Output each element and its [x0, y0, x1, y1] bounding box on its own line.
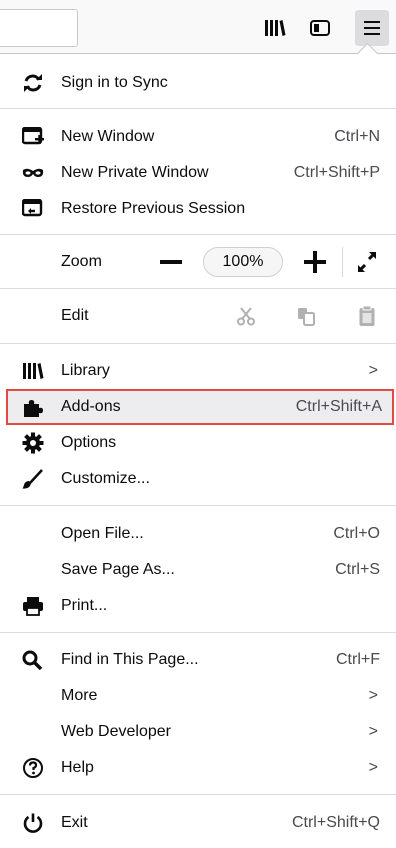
help-icon	[22, 758, 44, 778]
new-private-shortcut: Ctrl+Shift+P	[293, 164, 380, 181]
private-mask-icon	[22, 163, 44, 183]
save-page-item[interactable]: Save Page As... Ctrl+S	[6, 553, 392, 587]
chevron-right-icon: >	[368, 687, 378, 704]
search-icon	[22, 650, 44, 670]
customize-item[interactable]: Customize...	[6, 462, 392, 496]
hamburger-menu-icon	[364, 21, 380, 35]
find-label: Find in This Page...	[61, 651, 199, 668]
save-page-shortcut: Ctrl+S	[335, 561, 380, 578]
new-private-label: New Private Window	[61, 164, 209, 181]
sign-in-sync-item[interactable]: Sign in to Sync	[6, 66, 392, 100]
library-button[interactable]	[258, 10, 292, 46]
cut-icon[interactable]	[236, 306, 256, 326]
zoom-label: Zoom	[61, 253, 102, 270]
exit-item[interactable]: Exit Ctrl+Shift+Q	[6, 806, 392, 840]
options-label: Options	[61, 434, 117, 451]
library-icon	[22, 361, 44, 381]
chevron-right-icon: >	[368, 362, 378, 379]
find-in-page-item[interactable]: Find in This Page... Ctrl+F	[6, 643, 392, 677]
print-label: Print...	[61, 597, 108, 614]
sidebar-button[interactable]	[303, 10, 337, 46]
find-shortcut: Ctrl+F	[336, 651, 380, 668]
new-window-label: New Window	[61, 128, 155, 145]
library-item[interactable]: Library >	[6, 354, 392, 388]
power-icon	[22, 813, 44, 833]
open-file-shortcut: Ctrl+O	[333, 525, 380, 542]
restore-session-item[interactable]: Restore Previous Session	[6, 192, 392, 226]
exit-shortcut: Ctrl+Shift+Q	[291, 814, 380, 831]
plus-icon-v	[313, 251, 317, 273]
zoom-out-button[interactable]	[160, 260, 182, 264]
customize-label: Customize...	[61, 470, 150, 487]
edit-label: Edit	[61, 307, 89, 324]
more-label: More	[61, 687, 98, 704]
save-page-label: Save Page As...	[61, 561, 175, 578]
separator	[0, 108, 396, 109]
separator	[0, 505, 396, 506]
gear-icon	[22, 432, 44, 454]
separator	[0, 343, 396, 344]
new-window-item[interactable]: New Window Ctrl+N	[6, 120, 392, 154]
fullscreen-icon[interactable]	[356, 250, 378, 274]
edit-row: Edit	[6, 299, 392, 333]
web-developer-label: Web Developer	[61, 723, 171, 740]
add-ons-label: Add-ons	[61, 398, 121, 415]
restore-session-icon	[22, 199, 44, 219]
web-developer-item[interactable]: Web Developer >	[6, 715, 392, 749]
zoom-row: Zoom	[6, 245, 392, 279]
menu-button[interactable]	[355, 10, 389, 46]
zoom-reset-button[interactable]: 100%	[203, 247, 283, 277]
paste-icon[interactable]	[358, 305, 376, 327]
url-field[interactable]	[0, 9, 78, 47]
sync-icon	[22, 73, 44, 93]
exit-label: Exit	[61, 814, 88, 831]
sidebar-icon	[310, 20, 330, 36]
open-file-label: Open File...	[61, 525, 144, 542]
browser-toolbar	[0, 0, 396, 58]
copy-icon[interactable]	[296, 306, 316, 326]
paintbrush-icon	[22, 469, 44, 489]
chevron-right-icon: >	[368, 723, 378, 740]
add-ons-shortcut: Ctrl+Shift+A	[295, 398, 382, 415]
sync-label: Sign in to Sync	[61, 74, 168, 91]
help-item[interactable]: Help >	[6, 751, 392, 785]
print-item[interactable]: Print...	[6, 589, 392, 623]
help-label: Help	[61, 759, 94, 776]
chevron-right-icon: >	[368, 759, 378, 776]
restore-session-label: Restore Previous Session	[61, 200, 246, 217]
separator	[0, 234, 396, 235]
options-item[interactable]: Options	[6, 426, 392, 460]
separator	[0, 794, 396, 795]
separator	[0, 632, 396, 633]
zoom-divider	[342, 247, 343, 277]
puzzle-icon	[22, 398, 44, 418]
more-item[interactable]: More >	[6, 679, 392, 713]
new-window-shortcut: Ctrl+N	[334, 128, 380, 145]
add-ons-item[interactable]: Add-ons Ctrl+Shift+A	[6, 389, 394, 425]
open-file-item[interactable]: Open File... Ctrl+O	[6, 517, 392, 551]
separator	[0, 288, 396, 289]
new-window-icon	[22, 127, 44, 147]
printer-icon	[22, 596, 44, 616]
library-icon	[265, 20, 286, 36]
library-label: Library	[61, 362, 110, 379]
new-private-window-item[interactable]: New Private Window Ctrl+Shift+P	[6, 156, 392, 190]
